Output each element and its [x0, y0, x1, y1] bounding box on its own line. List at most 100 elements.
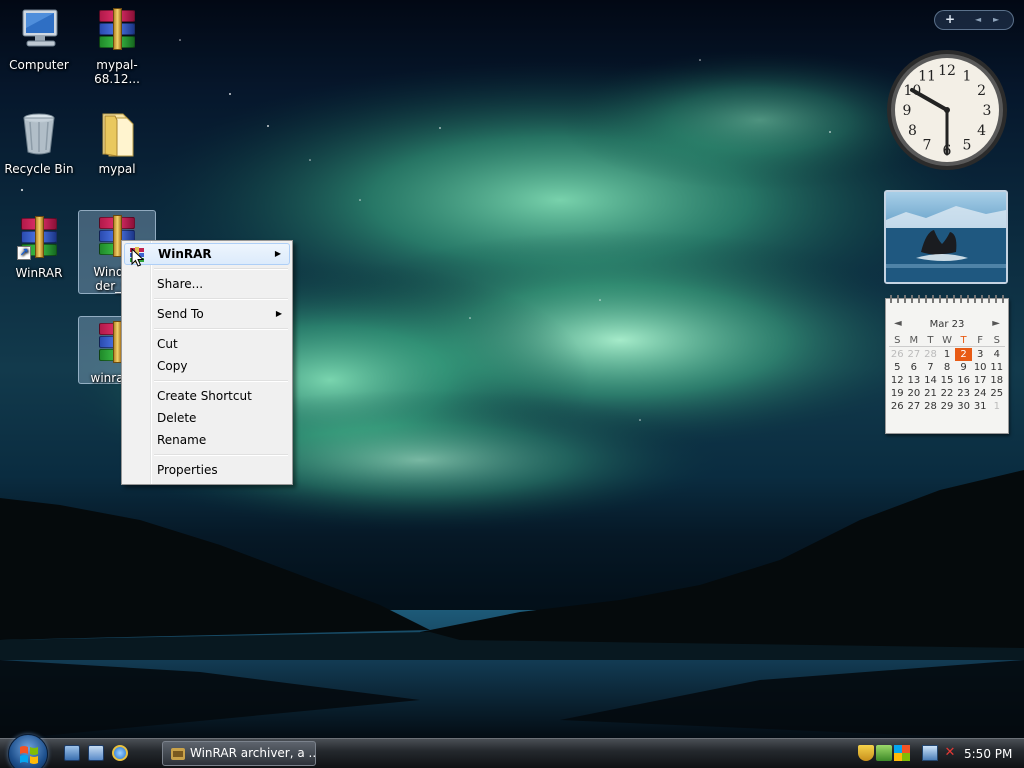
calendar-day[interactable]: 31: [972, 400, 989, 413]
calendar-day[interactable]: 1: [939, 348, 956, 361]
clock-numeral: 4: [977, 123, 986, 139]
calendar-day[interactable]: 11: [988, 361, 1005, 374]
calendar-day[interactable]: 17: [972, 374, 989, 387]
menu-item-share[interactable]: Share...: [124, 273, 290, 295]
menu-item-cut[interactable]: Cut: [124, 333, 290, 355]
calendar-day[interactable]: 10: [972, 361, 989, 374]
recycle-bin-icon: [15, 110, 63, 158]
windows-flag-icon[interactable]: [894, 745, 910, 761]
menu-item-label: WinRAR: [158, 247, 212, 261]
shortcut-arrow-icon: ↗: [17, 246, 31, 260]
calendar-weekday: F: [977, 335, 984, 346]
system-tray: ✕ 5:50 PM: [850, 739, 1024, 768]
calendar-day[interactable]: 12: [889, 374, 906, 387]
calendar-day[interactable]: 13: [906, 374, 923, 387]
add-gadget-button[interactable]: +: [945, 12, 955, 26]
update-icon[interactable]: [876, 745, 892, 761]
calendar-day[interactable]: 15: [939, 374, 956, 387]
calendar-day[interactable]: 21: [922, 387, 939, 400]
menu-item-properties[interactable]: Properties: [124, 459, 290, 481]
menu-item-label: Copy: [157, 359, 188, 373]
whale-tail-photo: [886, 206, 1006, 282]
menu-item-delete[interactable]: Delete: [124, 407, 290, 429]
calendar-day[interactable]: 24: [972, 387, 989, 400]
menu-item-winrar[interactable]: WinRAR ▶: [124, 243, 290, 265]
desktop-icon-winrar-shortcut[interactable]: ↗ WinRAR: [0, 212, 78, 280]
desktop-icon-mypal-folder[interactable]: mypal: [78, 108, 156, 176]
calendar-weekday: T: [960, 335, 967, 346]
clock-gadget[interactable]: 121234567891011: [885, 48, 1009, 172]
menu-item-label: Share...: [157, 277, 204, 291]
calendar-day[interactable]: 27: [906, 400, 923, 413]
calendar-day[interactable]: 4: [988, 348, 1005, 361]
clock-numeral: 9: [903, 103, 912, 119]
slideshow-gadget[interactable]: [884, 190, 1008, 284]
calendar-day[interactable]: 14: [922, 374, 939, 387]
calendar-day[interactable]: 8: [939, 361, 956, 374]
clock-numeral: 2: [977, 83, 986, 99]
menu-separator: [124, 451, 290, 459]
menu-separator: [124, 377, 290, 385]
calendar-day[interactable]: 26: [889, 348, 906, 361]
submenu-arrow-icon: ▶: [275, 309, 282, 318]
calendar-day[interactable]: 20: [906, 387, 923, 400]
desktop-icon-recycle-bin[interactable]: Recycle Bin: [0, 108, 78, 176]
calendar-day[interactable]: 30: [955, 400, 972, 413]
volume-muted-icon[interactable]: ✕: [942, 745, 958, 761]
calendar-day[interactable]: 26: [889, 400, 906, 413]
menu-item-send-to[interactable]: Send To ▶: [124, 303, 290, 325]
sidebar-next-button[interactable]: ►: [993, 15, 999, 24]
calendar-month-label: Mar 23: [929, 319, 965, 330]
winrar-icon: [170, 746, 186, 762]
taskbar-clock[interactable]: 5:50 PM: [964, 747, 1012, 761]
clock-numeral: 1: [963, 68, 972, 84]
menu-item-label: Cut: [157, 337, 178, 351]
calendar-gadget[interactable]: ◄ Mar 23 ► S M T W T F S 26 27 28 1 2 3 …: [885, 295, 1009, 434]
calendar-day[interactable]: 7: [922, 361, 939, 374]
desktop-icon-mypal-archive[interactable]: mypal-68.12...: [78, 4, 156, 86]
menu-item-create-shortcut[interactable]: Create Shortcut: [124, 385, 290, 407]
taskbar-button-winrar[interactable]: WinRAR archiver, a ...: [162, 741, 316, 766]
calendar-day-today[interactable]: 2: [955, 348, 972, 361]
menu-separator: [124, 265, 290, 273]
calendar-day[interactable]: 27: [906, 348, 923, 361]
calendar-day[interactable]: 9: [955, 361, 972, 374]
menu-item-rename[interactable]: Rename: [124, 429, 290, 451]
context-menu: WinRAR ▶ Share... Send To ▶ Cut Copy Cre…: [121, 240, 293, 485]
calendar-day[interactable]: 5: [889, 361, 906, 374]
network-icon[interactable]: [922, 745, 938, 761]
calendar-next-button[interactable]: ►: [992, 318, 1000, 329]
calendar-day[interactable]: 23: [955, 387, 972, 400]
calendar-day[interactable]: 28: [922, 348, 939, 361]
calendar-day[interactable]: 3: [972, 348, 989, 361]
folder-icon: [93, 110, 141, 158]
internet-explorer-icon[interactable]: [112, 745, 128, 761]
desktop-icon-label: Recycle Bin: [4, 162, 74, 176]
calendar-day[interactable]: 29: [939, 400, 956, 413]
calendar-day[interactable]: 25: [988, 387, 1005, 400]
sidebar-prev-button[interactable]: ◄: [975, 15, 981, 24]
calendar-day[interactable]: 22: [939, 387, 956, 400]
switch-windows-icon[interactable]: [88, 745, 104, 761]
winrar-icon: ↗: [15, 214, 63, 262]
calendar-day[interactable]: 1: [988, 400, 1005, 413]
computer-icon: [15, 6, 63, 54]
calendar-day[interactable]: 28: [922, 400, 939, 413]
security-shield-icon[interactable]: [858, 745, 874, 761]
start-button[interactable]: [8, 734, 48, 768]
calendar-week: 26 27 28 29 30 31 1: [889, 400, 1005, 413]
desktop-icon-computer[interactable]: Computer: [0, 4, 78, 72]
menu-separator: [124, 295, 290, 303]
calendar-day[interactable]: 18: [988, 374, 1005, 387]
calendar-grid: 26 27 28 1 2 3 4 5 6 7 8 9 10 11 12 13 1…: [889, 348, 1005, 413]
desktop-icon-label: mypal-68.12...: [94, 58, 140, 86]
calendar-day[interactable]: 16: [955, 374, 972, 387]
calendar-day[interactable]: 19: [889, 387, 906, 400]
calendar-weekday: M: [909, 335, 919, 346]
show-desktop-icon[interactable]: [64, 745, 80, 761]
calendar-day[interactable]: 6: [906, 361, 923, 374]
calendar-weekday: S: [894, 335, 901, 346]
desktop-icon-label: mypal: [98, 162, 136, 176]
menu-item-copy[interactable]: Copy: [124, 355, 290, 377]
windows-logo-icon: [20, 746, 38, 764]
